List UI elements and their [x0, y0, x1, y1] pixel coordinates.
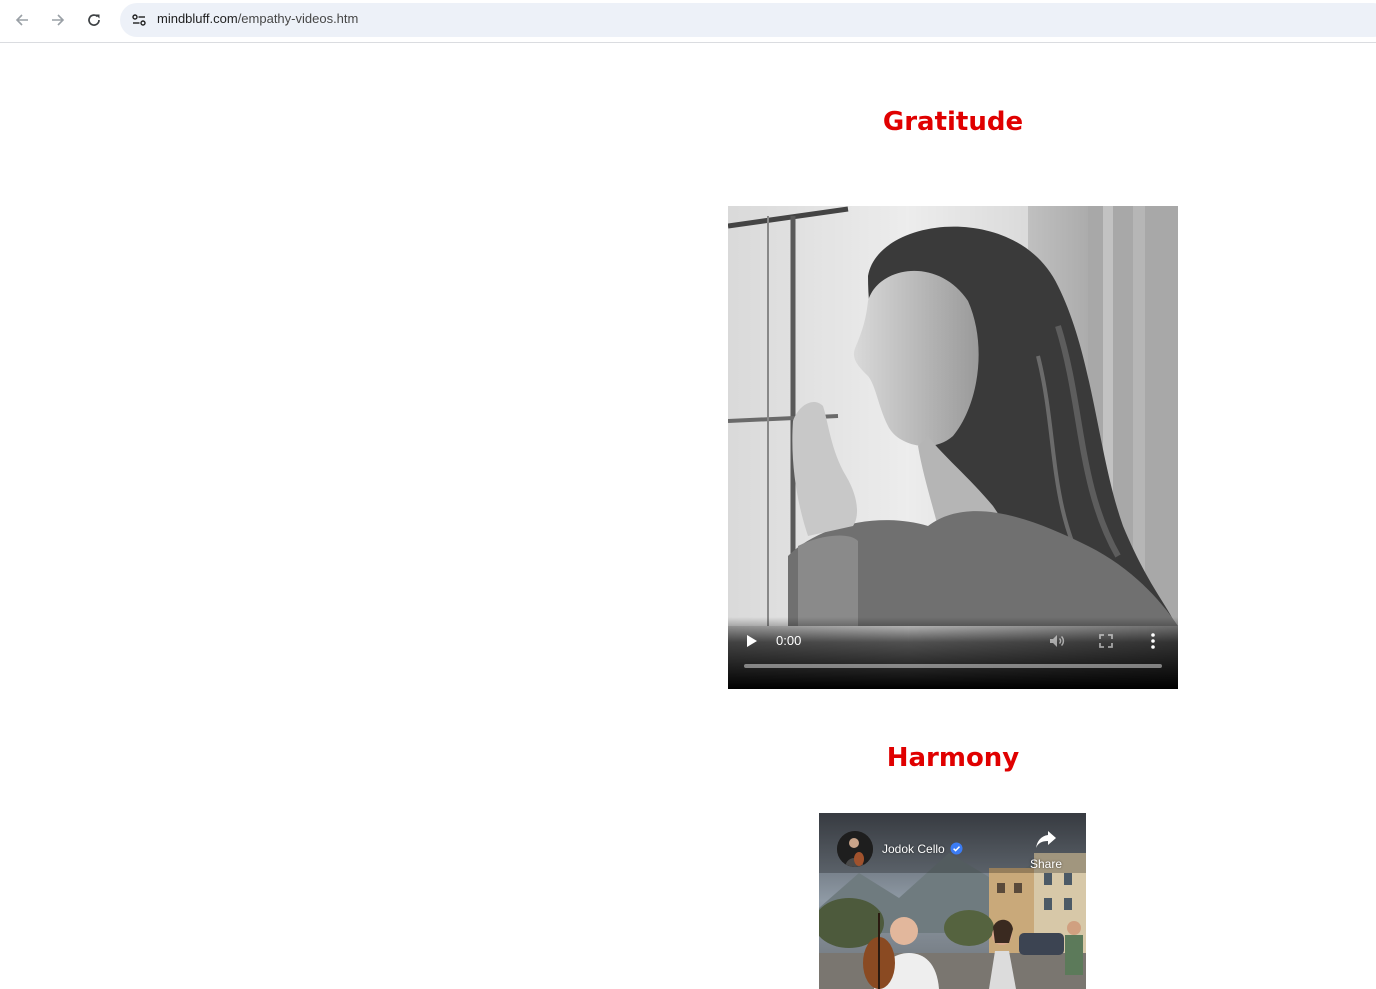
channel-avatar-image: [837, 831, 873, 867]
mute-button[interactable]: [1048, 632, 1066, 654]
video-controls-overlay: [728, 617, 1178, 689]
back-arrow-icon: [15, 14, 28, 26]
reload-button[interactable]: [80, 6, 108, 34]
back-button[interactable]: [8, 6, 36, 34]
verified-icon: [950, 842, 963, 855]
fullscreen-button[interactable]: [1098, 633, 1114, 653]
play-button[interactable]: [745, 633, 759, 653]
url-path: /empathy-videos.htm: [237, 11, 359, 26]
fullscreen-icon: [1099, 634, 1113, 648]
site-info-button[interactable]: [126, 7, 152, 33]
channel-name[interactable]: Jodok Cello: [882, 842, 945, 856]
section-heading-gratitude: Gratitude: [882, 107, 1024, 137]
forward-arrow-icon: [52, 14, 65, 26]
url-text[interactable]: mindbluff.com/empathy-videos.htm: [157, 11, 358, 26]
video-progress-bar[interactable]: [744, 664, 1162, 668]
share-button[interactable]: Share: [1025, 828, 1067, 874]
reload-icon: [88, 14, 100, 26]
video-player[interactable]: 0:00: [728, 206, 1178, 689]
channel-avatar[interactable]: [837, 831, 873, 867]
more-options-button[interactable]: [1148, 632, 1158, 654]
browser-toolbar: mindbluff.com/empathy-videos.htm: [0, 0, 1376, 43]
more-options-icon: [1151, 633, 1155, 649]
address-bar[interactable]: mindbluff.com/empathy-videos.htm: [120, 3, 1376, 37]
forward-button[interactable]: [44, 6, 72, 34]
volume-icon: [1050, 635, 1065, 647]
play-icon: [747, 635, 757, 647]
site-info-icon: [132, 14, 146, 26]
share-label: Share: [1029, 857, 1063, 871]
embedded-video[interactable]: Jodok Cello Share: [819, 813, 1086, 989]
share-icon: [1036, 831, 1056, 848]
section-heading-harmony: Harmony: [886, 743, 1020, 773]
url-domain: mindbluff.com: [157, 11, 238, 26]
video-time: 0:00: [776, 633, 802, 648]
